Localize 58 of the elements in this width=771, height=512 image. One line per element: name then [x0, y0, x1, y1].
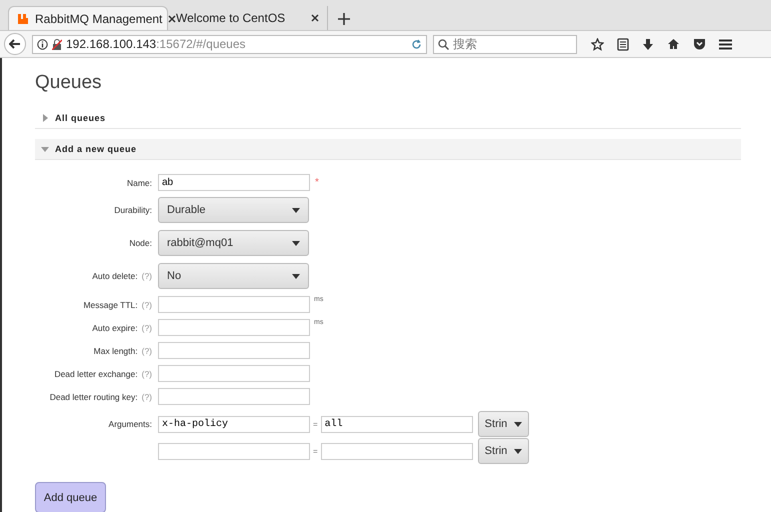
type-dropdown[interactable]: Strin — [478, 411, 529, 437]
text-field[interactable] — [158, 342, 310, 359]
section-header[interactable]: Add a new queue — [35, 139, 741, 160]
search-icon — [438, 38, 449, 50]
type-dropdown[interactable]: Strin — [478, 438, 529, 464]
caret-icon — [514, 422, 522, 426]
argument-key-field[interactable]: x-ha-policy — [158, 416, 310, 432]
star-icon[interactable] — [591, 38, 604, 50]
url-host: 192.168.100.143 — [66, 37, 156, 51]
field-label: Message TTL: — [83, 300, 138, 310]
close-icon[interactable] — [168, 14, 176, 22]
back-button[interactable] — [4, 33, 26, 55]
required-mark: * — [315, 177, 319, 188]
field-label: Name: — [126, 178, 152, 188]
text-field[interactable] — [158, 388, 310, 405]
close-icon[interactable] — [311, 14, 319, 22]
field-label: Node: — [129, 238, 152, 248]
text-field[interactable] — [158, 365, 310, 382]
home-icon[interactable] — [667, 38, 680, 50]
reading-list-icon[interactable] — [617, 38, 629, 50]
rabbit-logo-icon — [17, 12, 29, 24]
field-label: Durability: — [114, 205, 152, 215]
url-path: :15672/#/queues — [156, 37, 246, 51]
field-label: Auto delete: — [92, 271, 138, 281]
caret-icon — [292, 274, 300, 278]
field-label: Dead letter exchange: — [54, 368, 138, 378]
address-bar[interactable]: 192.168.100.143:15672/#/queues — [32, 34, 427, 54]
browser-tab[interactable]: Welcome to CentOS — [168, 6, 328, 30]
argument-key-field[interactable] — [158, 442, 310, 460]
reload-icon[interactable] — [411, 38, 422, 50]
equals-sign: = — [313, 420, 318, 428]
menu-icon[interactable] — [719, 38, 732, 50]
equals-sign: = — [313, 446, 318, 456]
search-field[interactable]: 搜索 — [433, 34, 577, 54]
text-field[interactable] — [158, 319, 310, 336]
download-icon[interactable] — [642, 38, 654, 50]
field-label: Dead letter routing key: — [50, 392, 138, 402]
dropdown[interactable]: Durable — [158, 197, 309, 223]
field-label: Auto expire: — [92, 322, 138, 332]
pocket-icon[interactable] — [693, 38, 706, 50]
dropdown[interactable]: rabbit@mq01 — [158, 230, 309, 256]
argument-value-field[interactable] — [320, 442, 473, 460]
field-label: Max length: — [94, 346, 138, 356]
field-label: Arguments: — [108, 419, 152, 429]
text-field[interactable]: ab — [158, 174, 310, 191]
caret-icon — [514, 448, 522, 454]
section-header[interactable]: All queues — [35, 108, 741, 129]
info-icon[interactable] — [37, 38, 48, 50]
argument-value-field[interactable]: all — [320, 416, 473, 432]
caret-icon — [292, 240, 300, 246]
insecure-lock-icon[interactable] — [52, 38, 62, 50]
dropdown[interactable]: No — [158, 263, 309, 289]
back-arrow-icon — [9, 39, 21, 49]
caret-icon — [292, 208, 300, 212]
new-tab-icon[interactable] — [338, 13, 350, 25]
text-field[interactable] — [158, 296, 310, 313]
page-title: Queues — [35, 72, 103, 94]
add-queue-button[interactable]: Add queue — [35, 482, 106, 512]
